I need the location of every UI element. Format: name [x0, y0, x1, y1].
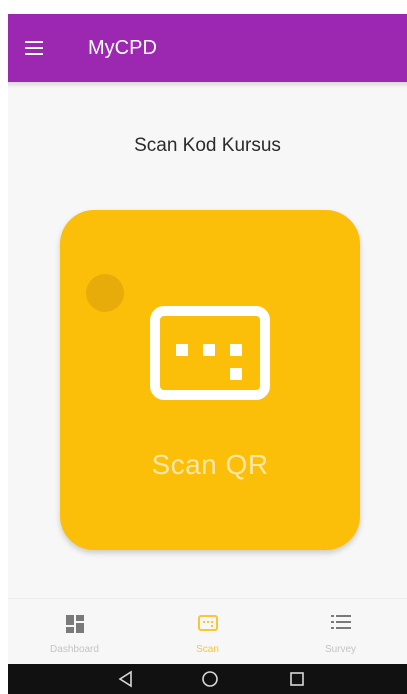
- app-screen: MyCPD Scan Kod Kursus Scan QR Dashboard: [8, 0, 407, 694]
- home-icon[interactable]: [201, 670, 219, 688]
- app-title: MyCPD: [88, 37, 157, 59]
- page-heading: Scan Kod Kursus: [134, 135, 281, 156]
- scan-icon: [197, 615, 218, 631]
- scan-qr-label: Scan QR: [151, 449, 269, 480]
- scan-qr-button[interactable]: Scan QR: [60, 210, 360, 550]
- app-bar-shadow: [8, 82, 407, 88]
- nav-label-survey: Survey: [324, 644, 357, 655]
- bottom-navigation: Dashboard Scan Survey: [8, 598, 407, 665]
- nav-item-survey[interactable]: Survey: [274, 599, 407, 665]
- app-bar: MyCPD: [8, 14, 407, 82]
- nav-label-dashboard: Dashboard: [50, 644, 99, 655]
- nav-item-dashboard[interactable]: Dashboard: [8, 599, 141, 665]
- hamburger-menu-icon[interactable]: [22, 36, 46, 60]
- system-navigation-bar: [8, 664, 407, 694]
- qr-scan-icon: [150, 306, 270, 400]
- list-icon: [330, 615, 351, 629]
- nav-item-scan[interactable]: Scan: [141, 599, 274, 665]
- status-strip: [8, 0, 407, 14]
- nav-label-scan: Scan: [196, 644, 219, 655]
- left-margin: [0, 0, 8, 694]
- touch-ripple: [86, 274, 124, 312]
- recents-icon[interactable]: [288, 670, 306, 688]
- back-icon[interactable]: [117, 670, 135, 688]
- dashboard-icon: [65, 615, 84, 633]
